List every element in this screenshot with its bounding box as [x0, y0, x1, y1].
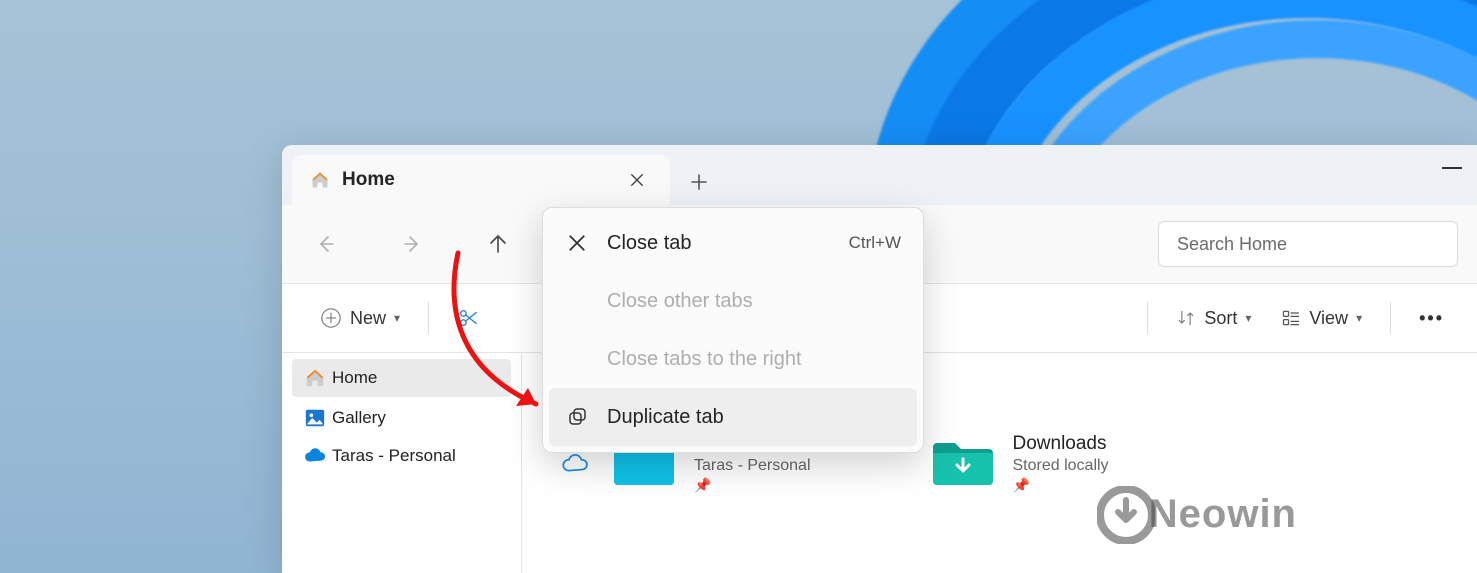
sidebar-item-home[interactable]: Home — [292, 359, 511, 397]
folder-title: Downloads — [1013, 433, 1109, 455]
plus-circle-icon — [320, 307, 342, 329]
arrow-up-icon — [486, 232, 510, 256]
divider — [1390, 302, 1391, 334]
nav-up-button[interactable] — [478, 224, 518, 264]
folder-sub: Taras - Personal — [694, 457, 811, 475]
tab-close-button[interactable] — [622, 165, 652, 195]
duplicate-icon — [565, 407, 589, 427]
home-icon — [304, 367, 326, 389]
chevron-down-icon: ▾ — [1245, 311, 1251, 325]
ellipsis-icon: ••• — [1419, 308, 1444, 329]
sidebar-item-onedrive[interactable]: Taras - Personal — [282, 437, 521, 475]
folder-icon — [931, 437, 995, 489]
nav-back-button[interactable] — [306, 224, 346, 264]
window-minimize-button[interactable] — [1442, 167, 1462, 169]
ctx-shortcut: Ctrl+W — [849, 233, 901, 253]
folder-downloads[interactable]: Downloads Stored locally 📌 — [931, 379, 1109, 547]
view-icon — [1281, 308, 1301, 328]
home-icon — [310, 170, 330, 190]
more-button[interactable]: ••• — [1409, 302, 1454, 335]
file-explorer-window: Home Search Home New ▾ — [282, 145, 1477, 573]
folder-sub: Stored locally — [1013, 457, 1109, 475]
ctx-label: Close tabs to the right — [607, 348, 802, 371]
cut-button[interactable] — [447, 301, 489, 335]
sidebar-item-label: Home — [332, 368, 377, 388]
sidebar-item-label: Taras - Personal — [332, 446, 456, 466]
cloud-sync-icon — [562, 453, 588, 473]
folder-meta: Downloads Stored locally 📌 — [1013, 433, 1109, 494]
divider — [1147, 302, 1148, 334]
view-button[interactable]: View ▾ — [1271, 302, 1372, 335]
tab-context-menu: Close tab Ctrl+W Close other tabs Close … — [542, 207, 924, 453]
scissors-icon — [457, 307, 479, 329]
ctx-label: Close other tabs — [607, 290, 753, 313]
new-label: New — [350, 308, 386, 329]
sidebar-item-gallery[interactable]: Gallery — [282, 399, 521, 437]
nav-forward-button[interactable] — [392, 224, 432, 264]
divider — [428, 302, 429, 334]
plus-icon — [691, 174, 707, 190]
pin-icon: 📌 — [1013, 477, 1109, 494]
arrow-right-icon — [400, 232, 424, 256]
tab-home[interactable]: Home — [292, 155, 670, 205]
close-icon — [565, 234, 589, 252]
chevron-down-icon: ▾ — [394, 311, 400, 325]
ctx-close-right: Close tabs to the right — [549, 330, 917, 388]
view-label: View — [1309, 308, 1348, 329]
arrow-left-icon — [314, 232, 338, 256]
ctx-close-tab[interactable]: Close tab Ctrl+W — [549, 214, 917, 272]
ctx-close-others: Close other tabs — [549, 272, 917, 330]
sort-button[interactable]: Sort ▾ — [1166, 302, 1261, 335]
tab-label: Home — [342, 169, 610, 191]
close-icon — [630, 173, 644, 187]
ctx-label: Close tab — [607, 232, 692, 255]
ctx-duplicate-tab[interactable]: Duplicate tab — [549, 388, 917, 446]
search-input[interactable]: Search Home — [1158, 221, 1458, 267]
search-placeholder: Search Home — [1177, 234, 1287, 255]
new-tab-button[interactable] — [676, 159, 722, 205]
sidebar: Home Gallery Taras - Personal — [282, 353, 522, 573]
onedrive-icon — [304, 445, 326, 467]
titlebar: Home — [282, 145, 1477, 205]
gallery-icon — [304, 407, 326, 429]
sidebar-item-label: Gallery — [332, 408, 386, 428]
chevron-down-icon: ▾ — [1356, 311, 1362, 325]
sort-icon — [1176, 308, 1196, 328]
ctx-label: Duplicate tab — [607, 406, 724, 429]
pin-icon: 📌 — [694, 477, 811, 494]
sort-label: Sort — [1204, 308, 1237, 329]
new-button[interactable]: New ▾ — [310, 301, 410, 335]
